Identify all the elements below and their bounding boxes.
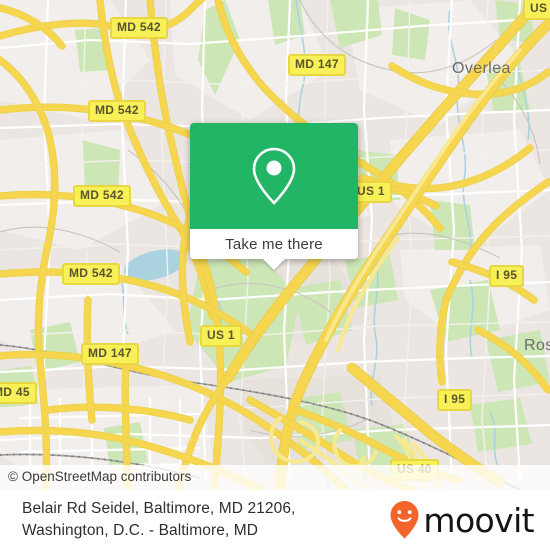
moovit-pin-smile-icon	[390, 501, 419, 539]
road-shield: MD 45	[0, 382, 37, 404]
location-popup-card[interactable]: Take me there	[190, 123, 358, 270]
popup-pointer	[263, 259, 285, 270]
road-shield: MD 542	[73, 185, 131, 207]
map-attribution[interactable]: © OpenStreetMap contributors	[0, 465, 550, 490]
road-shield: US 1	[200, 325, 242, 347]
popup-header	[190, 123, 358, 229]
road-shield: MD 542	[110, 17, 168, 39]
place-label-overlea: Overlea	[452, 60, 511, 77]
road-shield: MD 542	[62, 263, 120, 285]
road-shield: MD 542	[88, 100, 146, 122]
screenshot-root: .w{fill:#aad3df} .stream{stroke:#aad3df;…	[0, 0, 550, 550]
location-title: Belair Rd Seidel, Baltimore, MD 21206, W…	[22, 500, 296, 539]
place-label-rosedale: Rose	[524, 337, 550, 354]
road-shield: US 1	[523, 0, 550, 20]
moovit-wordmark: moovit	[423, 500, 534, 540]
popup-action-button[interactable]: Take me there	[190, 229, 358, 259]
popup-action-label: Take me there	[225, 235, 323, 253]
road-shield: MD 147	[81, 343, 139, 365]
page-footer: Belair Rd Seidel, Baltimore, MD 21206, W…	[0, 490, 550, 550]
road-shield: I 95	[437, 389, 473, 411]
road-shield: MD 147	[288, 54, 346, 76]
road-shield: I 95	[489, 265, 525, 287]
map-pin-icon	[252, 147, 296, 205]
moovit-brand[interactable]: moovit	[389, 500, 540, 540]
